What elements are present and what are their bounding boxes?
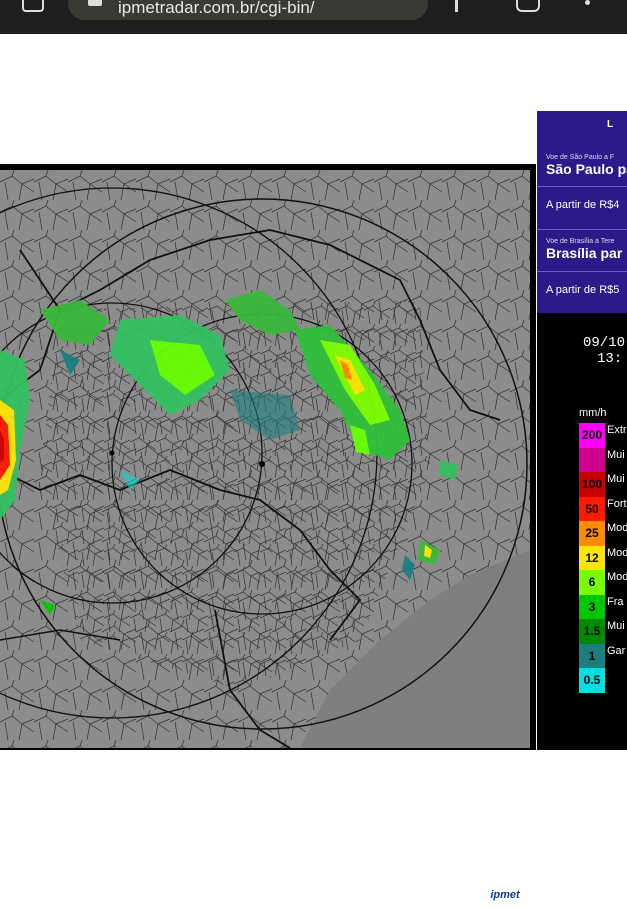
scale-label: Mui [607,448,625,461]
scale-swatch: 12 [579,545,605,570]
scale-swatch: 0.5 [579,668,605,693]
tabs-icon[interactable] [516,0,540,12]
ad-offer-1[interactable]: Voe de São Paulo a F São Paulo par [537,154,627,177]
timestamp: 09/10 13: [583,335,625,367]
scale-label: Fort [607,497,627,510]
radar-panel: ipmet [0,164,536,904]
scale-swatch: 1 [579,643,605,668]
ad-offer-1-price[interactable]: A partir de R$4 [537,199,627,211]
page-spacer [0,34,627,164]
menu-icon[interactable] [585,0,590,5]
scale-label: Mod [607,522,627,534]
scale-swatch: 25 [579,521,605,546]
scale-label: Extr [607,424,627,436]
scale-label [607,668,627,693]
scale-swatch: 6 [579,570,605,595]
new-tab-icon[interactable] [455,0,458,12]
scale-swatch: 1.5 [579,619,605,644]
radar-map-svg [0,170,530,748]
date-text: 09/10 [583,335,626,351]
browser-toolbar: ipmetradar.com.br/cgi-bin/ [0,0,627,34]
time-text: 13: [597,351,623,367]
airline-logo: L [607,119,614,130]
scale-swatch [579,447,605,472]
scale-label: Fra [607,595,624,608]
scale-label: Mod [607,546,627,559]
ad-offer-2[interactable]: Voe de Brasília a Tere Brasília par [537,238,627,261]
scale-swatch: 50 [579,496,605,521]
ad-price-text: A partir de R$4 [546,199,620,211]
scale-label: Mui [607,473,625,485]
scale-label: Mui [607,620,625,632]
ad-banner[interactable]: L Voe de São Paulo a F São Paulo par A p… [537,111,627,313]
legend-panel: 09/10 13: mm/h 200 100 50 25 12 6 3 1.5 1 0.5 Ext… [537,313,627,750]
ad-offer-title: São Paulo par [546,161,627,177]
ipmet-logo: ipmet [486,880,524,904]
radar-map[interactable] [0,170,530,748]
url-bar[interactable]: ipmetradar.com.br/cgi-bin/ [68,0,428,20]
ad-offer-subtitle: Voe de São Paulo a F [546,154,615,161]
scale-label: Mod [607,571,627,583]
unit-label: mm/h [579,407,607,419]
ad-divider [537,271,627,272]
scale-swatch: 200 [579,423,605,448]
color-scale: 200 100 50 25 12 6 3 1.5 1 0.5 [579,423,605,693]
home-icon[interactable] [22,0,44,12]
ad-offer-subtitle: Voe de Brasília a Tere [546,238,615,245]
ad-offer-2-price[interactable]: A partir de R$5 [537,284,627,296]
scale-labels: Extr Mui Mui Fort Mod Mod Mod Fra Mui Gar [607,423,627,693]
scale-swatch: 100 [579,472,605,497]
lock-icon [88,0,102,6]
ad-divider [537,186,627,187]
ad-divider [537,229,627,230]
url-text: ipmetradar.com.br/cgi-bin/ [118,0,315,17]
scale-swatch: 3 [579,594,605,619]
ad-offer-title: Brasília par [546,245,623,261]
scale-label: Gar [607,644,626,657]
ad-price-text: A partir de R$5 [546,284,620,296]
